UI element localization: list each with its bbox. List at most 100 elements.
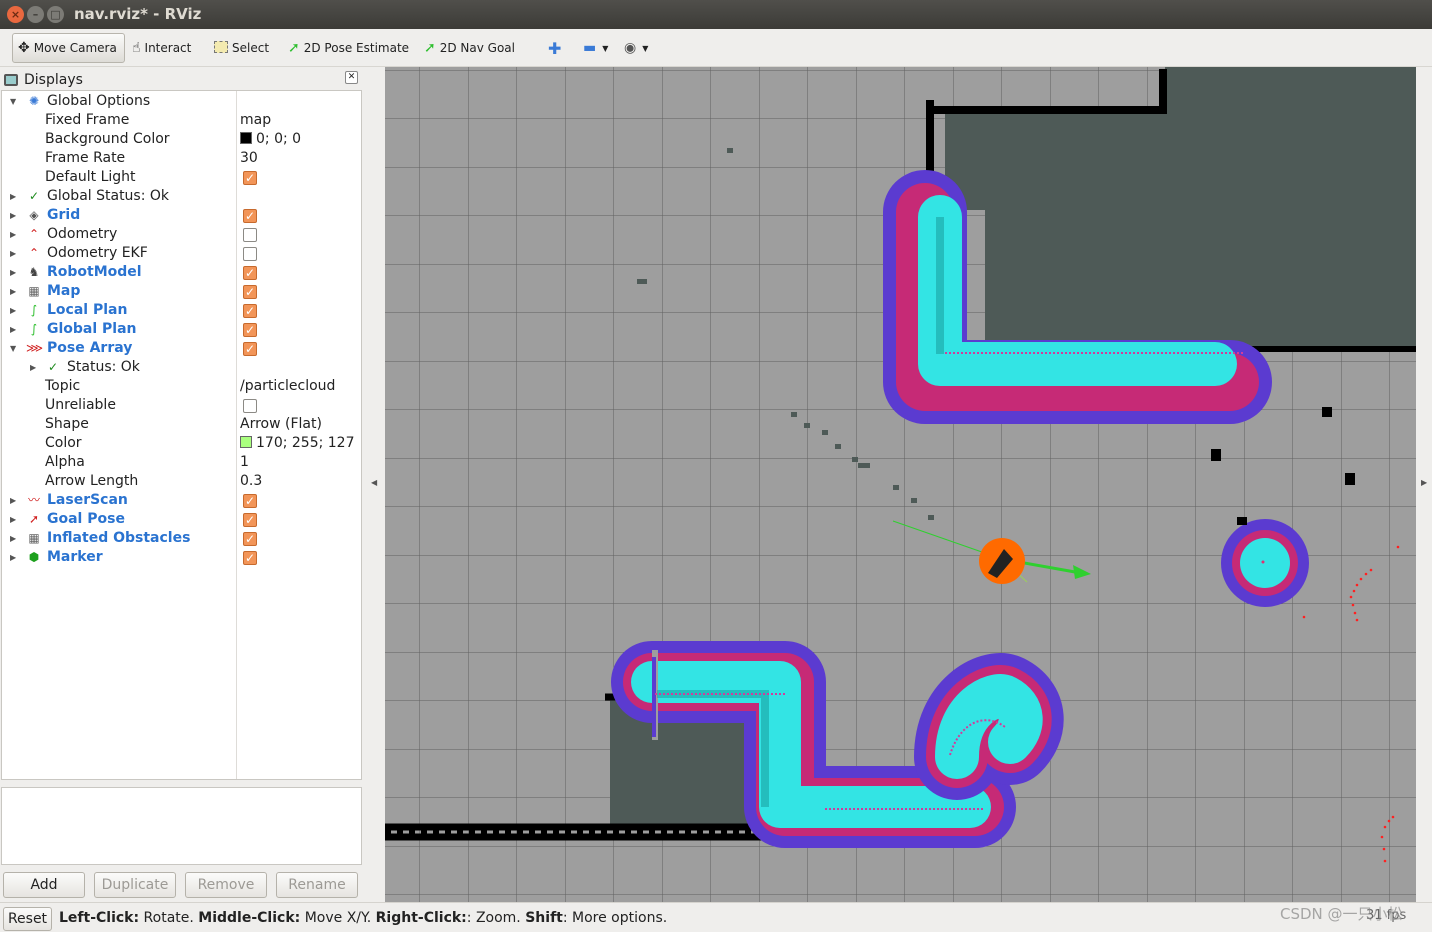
tree-row-frame-rate[interactable]: Frame Rate 30	[2, 149, 361, 168]
panel-splitter[interactable]: ◀	[362, 67, 385, 902]
enable-checkbox[interactable]	[243, 492, 257, 511]
hint-part: Shift	[525, 910, 563, 926]
map-icon: ▦	[28, 531, 40, 545]
tree-row-laserscan[interactable]: ▶ 〰 LaserScan	[2, 491, 361, 511]
tree-row-global-plan[interactable]: ▶ ∫ Global Plan	[2, 320, 361, 340]
tree-row-label: LaserScan	[47, 492, 128, 508]
enable-checkbox[interactable]	[243, 228, 257, 242]
expand-closed-icon[interactable]: ▶	[10, 206, 16, 225]
tree-row-odometry-ekf[interactable]: ▶ ⌃ Odometry EKF	[2, 244, 361, 263]
tree-row-fixed-frame[interactable]: Fixed Frame map	[2, 111, 361, 130]
title-bar: × – □ nav.rviz* - RViz	[0, 0, 1432, 29]
laser-scan-icon: 〰	[27, 493, 40, 507]
tree-row-status-ok[interactable]: ▶ ✓ Status: Ok	[2, 358, 361, 377]
tree-row-inflated-obstacles[interactable]: ▶ ▦ Inflated Obstacles	[2, 529, 361, 549]
tree-row-background-color[interactable]: Background Color 0; 0; 0	[2, 130, 361, 149]
path-icon: ∫	[30, 303, 38, 317]
collapse-left-icon[interactable]: ◀	[371, 478, 377, 487]
expand-closed-icon[interactable]: ▶	[10, 263, 16, 282]
reset-button[interactable]: Reset	[3, 907, 52, 931]
property-value-text: map	[240, 112, 272, 128]
tool-2d-nav-goal[interactable]: ➚ 2D Nav Goal	[419, 33, 520, 63]
expand-closed-icon[interactable]: ▶	[10, 548, 16, 567]
collapse-right-icon[interactable]: ▶	[1421, 478, 1427, 487]
expand-closed-icon[interactable]: ▶	[10, 187, 16, 206]
rename-button[interactable]: Rename	[276, 872, 358, 898]
minimize-window-button[interactable]: –	[27, 6, 44, 23]
tree-row-shape[interactable]: Shape Arrow (Flat)	[2, 415, 361, 434]
add-tool-button[interactable]: ✚	[543, 33, 566, 63]
remove-button[interactable]: Remove	[185, 872, 267, 898]
tool-2d-pose-estimate[interactable]: ➚ 2D Pose Estimate	[283, 33, 414, 63]
expand-closed-icon[interactable]: ▶	[10, 244, 16, 263]
property-value[interactable]: 170; 255; 127	[240, 434, 355, 453]
tree-row-color[interactable]: Color 170; 255; 127	[2, 434, 361, 453]
right-panel-splitter[interactable]: ▶	[1416, 67, 1432, 902]
hint-part: Rotate.	[139, 910, 199, 926]
property-value[interactable]: Arrow (Flat)	[240, 415, 322, 434]
enable-checkbox[interactable]	[243, 511, 257, 530]
tree-row-robotmodel[interactable]: ▶ ♞ RobotModel	[2, 263, 361, 283]
tree-row-pose-array[interactable]: ▼ ⋙ Pose Array	[2, 339, 361, 359]
tree-row-map[interactable]: ▶ ▦ Map	[2, 282, 361, 302]
tree-row-alpha[interactable]: Alpha 1	[2, 453, 361, 472]
expand-closed-icon[interactable]: ▶	[10, 510, 16, 529]
tree-row-goal-pose[interactable]: ▶ ➚ Goal Pose	[2, 510, 361, 530]
expand-closed-icon[interactable]: ▶	[10, 529, 16, 548]
expand-closed-icon[interactable]: ▶	[10, 282, 16, 301]
enable-checkbox[interactable]	[243, 399, 257, 413]
displays-panel-header: Displays	[2, 69, 362, 90]
remove-tool-button[interactable]: ▬ ▼	[578, 33, 613, 63]
maximize-window-button[interactable]: □	[47, 6, 64, 23]
tool-label: Interact	[144, 41, 192, 55]
enable-checkbox[interactable]	[243, 283, 257, 302]
expand-closed-icon[interactable]: ▶	[10, 320, 16, 339]
duplicate-button[interactable]: Duplicate	[94, 872, 176, 898]
tree-row-unreliable[interactable]: Unreliable	[2, 396, 361, 415]
tree-row-global-options[interactable]: ▼ ✺ Global Options	[2, 92, 361, 111]
enable-checkbox[interactable]	[243, 340, 257, 359]
enable-checkbox[interactable]	[243, 169, 257, 188]
goal-pose-icon: ➚	[28, 512, 40, 526]
property-value[interactable]: map	[240, 111, 271, 130]
map-canvas[interactable]	[385, 67, 1416, 902]
enable-checkbox[interactable]	[243, 247, 257, 261]
expand-closed-icon[interactable]: ▶	[10, 301, 16, 320]
property-value[interactable]: 1	[240, 453, 249, 472]
enable-checkbox[interactable]	[243, 302, 257, 321]
enable-checkbox[interactable]	[243, 530, 257, 549]
render-viewport[interactable]	[385, 67, 1416, 902]
property-value[interactable]: 30	[240, 149, 258, 168]
enable-checkbox[interactable]	[243, 321, 257, 340]
enable-checkbox[interactable]	[243, 207, 257, 226]
tree-row-default-light[interactable]: Default Light	[2, 168, 361, 188]
tree-row-arrow-length[interactable]: Arrow Length 0.3	[2, 472, 361, 491]
expand-closed-icon[interactable]: ▶	[10, 491, 16, 510]
property-value[interactable]: 0.3	[240, 472, 262, 491]
enable-checkbox[interactable]	[243, 264, 257, 283]
property-value-text: /particlecloud	[240, 378, 336, 394]
enable-checkbox[interactable]	[243, 549, 257, 568]
tool-move-camera[interactable]: ✥ Move Camera	[12, 33, 125, 63]
close-panel-button[interactable]: ✕	[345, 71, 358, 84]
view-options-button[interactable]: ◉ ▼	[619, 33, 653, 63]
tree-row-marker[interactable]: ▶ ⬢ Marker	[2, 548, 361, 568]
expand-open-icon[interactable]: ▼	[10, 92, 16, 111]
hint-part: : Zoom.	[466, 910, 526, 926]
tree-row-label: Odometry	[47, 226, 118, 242]
expand-closed-icon[interactable]: ▶	[10, 225, 16, 244]
tree-row-topic[interactable]: Topic/particlecloud	[2, 377, 361, 396]
property-value[interactable]: 0; 0; 0	[240, 130, 301, 149]
add-button[interactable]: Add	[3, 872, 85, 898]
tree-row-grid[interactable]: ▶ ◈ Grid	[2, 206, 361, 226]
property-value[interactable]: /particlecloud	[240, 377, 335, 396]
tree-row-label: Marker	[47, 549, 103, 565]
expand-closed-icon[interactable]: ▶	[30, 358, 36, 377]
tool-select[interactable]: Select	[209, 33, 274, 63]
expand-open-icon[interactable]: ▼	[10, 339, 16, 358]
tree-row-global-status-ok[interactable]: ▶ ✓ Global Status: Ok	[2, 187, 361, 206]
tool-interact[interactable]: ☝ Interact	[127, 33, 196, 63]
tree-row-odometry[interactable]: ▶ ⌃ Odometry	[2, 225, 361, 244]
tree-row-local-plan[interactable]: ▶ ∫ Local Plan	[2, 301, 361, 321]
close-window-button[interactable]: ×	[7, 6, 24, 23]
